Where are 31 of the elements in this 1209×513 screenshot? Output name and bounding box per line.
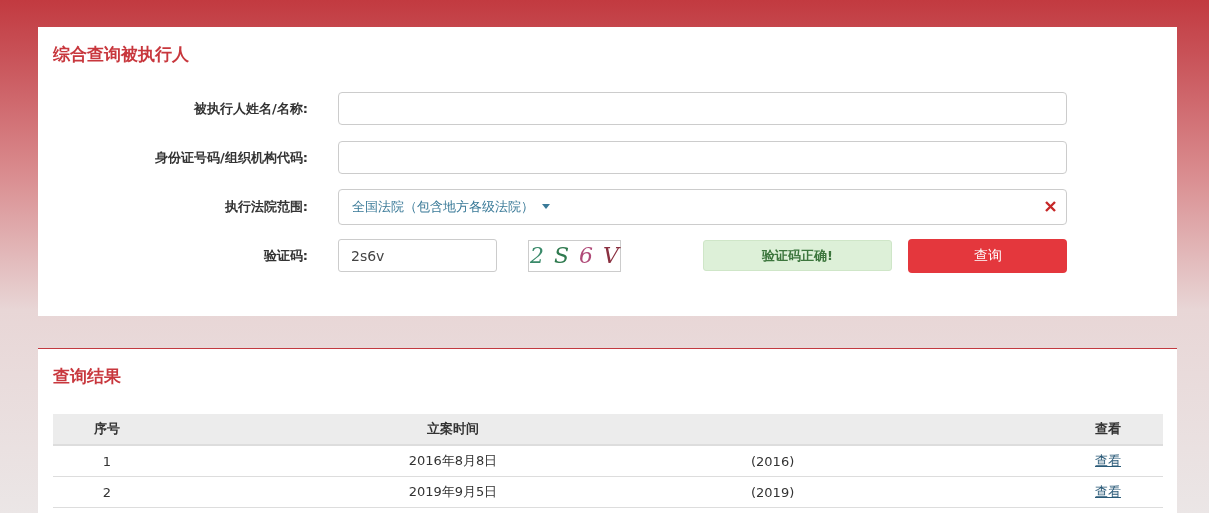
table-cell: 2019年9月5日 (301, 477, 605, 508)
table-cell: (2019) (605, 477, 1053, 508)
table-cell: (2016) (605, 446, 1053, 477)
panel-title: 查询结果 (53, 365, 122, 388)
table-cell: 1 (53, 446, 161, 477)
court-select[interactable]: 全国法院（包含地方各级法院） (338, 188, 1067, 225)
column-header: 查看 (1053, 414, 1163, 446)
field-label: 验证码: (262, 246, 308, 265)
captcha-char: S (554, 243, 570, 268)
close-icon[interactable] (1045, 201, 1056, 212)
captcha-char: 6 (579, 243, 594, 268)
captcha-image[interactable]: 2 S 6 V (528, 239, 621, 272)
select-value: 全国法院（包含地方各级法院） (352, 197, 534, 216)
column-header: 序号 (53, 414, 161, 446)
view-link[interactable]: 查看 (1095, 452, 1121, 470)
caret-icon (542, 204, 550, 209)
table-cell: 2 (53, 477, 161, 508)
input-field[interactable] (338, 92, 1067, 125)
field-label: 被执行人姓名/名称: (192, 99, 308, 118)
input-field[interactable] (338, 141, 1067, 174)
panel-title: 综合查询被执行人 (53, 43, 190, 66)
table-cell: 2016年8月8日 (301, 446, 605, 477)
captcha-char: 2 (530, 243, 544, 268)
field-label: 执行法院范围: (223, 197, 308, 216)
view-link[interactable]: 查看 (1095, 483, 1121, 501)
captcha-char: V (603, 243, 619, 268)
column-header: 立案时间 (301, 414, 605, 446)
success-message: 验证码正确! (703, 240, 892, 271)
field-label: 身份证号码/组织机构代码: (154, 148, 308, 167)
query-button[interactable]: 查询 (908, 238, 1067, 273)
captcha-input[interactable]: 2s6v (338, 239, 497, 272)
